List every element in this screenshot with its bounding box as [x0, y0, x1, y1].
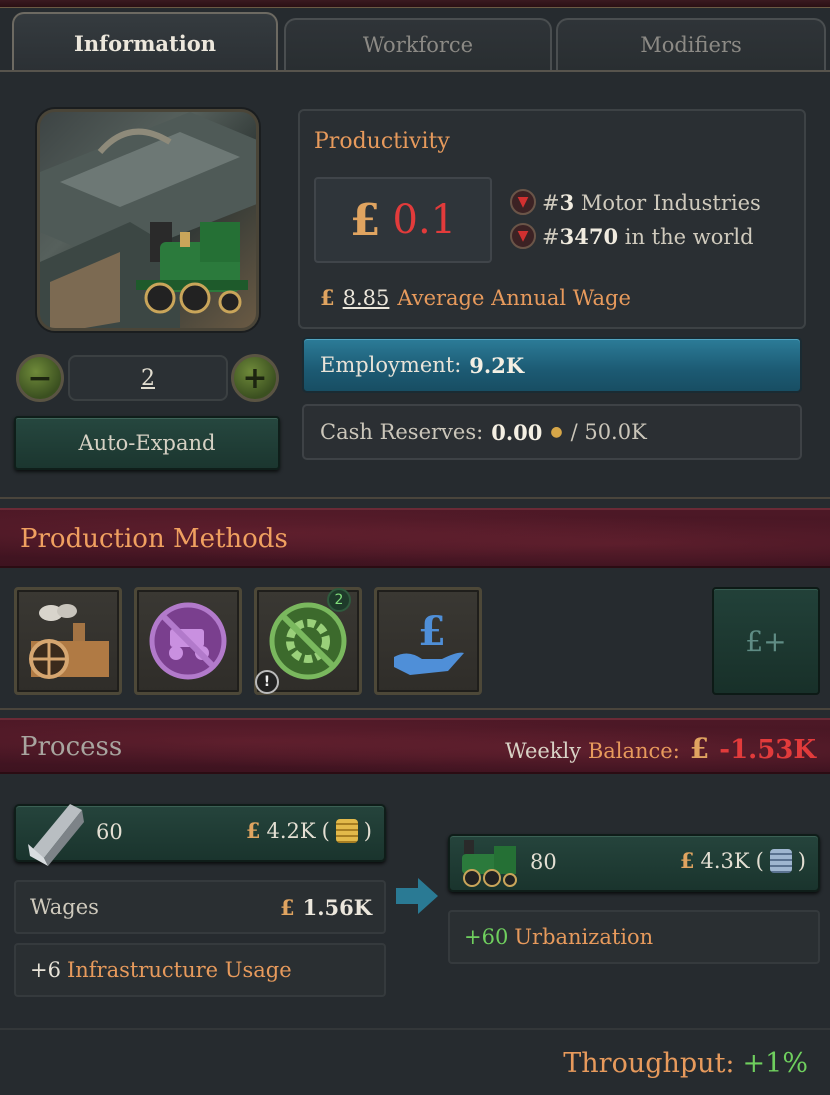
throughput-value: +1% — [742, 1048, 808, 1079]
count-badge: 2 — [327, 588, 351, 612]
weekly-label: Weekly — [505, 739, 582, 763]
pound-icon: £ — [320, 285, 335, 310]
output-goods-engines[interactable]: 80 £ 4.3K () — [448, 834, 820, 892]
balance-label: Balance: — [587, 739, 680, 763]
divider — [0, 708, 830, 710]
auto-expand-button[interactable]: Auto-Expand — [14, 416, 280, 470]
steel-icon — [28, 804, 84, 866]
urbanization-value: +60 — [464, 925, 509, 949]
divider — [0, 1028, 830, 1030]
pound-icon: £ — [349, 194, 381, 246]
balance-value: -1.53K — [719, 735, 816, 765]
infrastructure-label: Infrastructure Usage — [66, 958, 292, 982]
arrow-right-icon — [396, 878, 438, 914]
rank-world[interactable]: ▼ #3470 in the world — [510, 223, 754, 249]
input-goods-steel[interactable]: 60 £ 4.2K () — [14, 804, 386, 866]
rank-industry[interactable]: ▼ #3 Motor Industries — [510, 189, 761, 215]
factory-icon — [29, 604, 109, 679]
tab-bar: Information Workforce Modifiers — [8, 12, 826, 72]
input-value: 4.2K — [266, 818, 316, 843]
coins-icon — [335, 818, 358, 843]
locomotive-factory-icon — [40, 112, 256, 328]
paren-open: ( — [755, 848, 764, 873]
divider — [0, 497, 830, 499]
pound-icon: £ — [689, 732, 710, 765]
infrastructure-value: +6 — [30, 958, 61, 982]
pound-icon: £ — [679, 848, 695, 873]
warning-icon: ! — [255, 670, 279, 694]
rank-label: in the world — [624, 224, 754, 249]
wages-value: 1.56K — [302, 894, 372, 920]
urbanization-label: Urbanization — [514, 925, 654, 949]
paren-close: ) — [363, 818, 372, 843]
tab-modifiers[interactable]: Modifiers — [556, 18, 826, 70]
production-method-private-ownership[interactable]: £ — [374, 587, 482, 695]
production-method-no-automation[interactable]: 2 ! — [254, 587, 362, 695]
productivity-title: Productivity — [314, 129, 450, 154]
productivity-value: 0.1 — [392, 197, 457, 243]
rank-prefix: # — [542, 224, 560, 249]
rank-prefix: # — [542, 190, 560, 215]
increase-level-button[interactable]: + — [231, 354, 279, 402]
wages-row[interactable]: Wages £ 1.56K — [14, 880, 386, 934]
rank-label: Motor Industries — [580, 190, 761, 215]
employment-bar[interactable]: Employment: 9.2K — [302, 337, 802, 393]
cash-value: 0.00 — [491, 419, 543, 445]
output-value: 4.3K — [700, 848, 750, 873]
building-image — [37, 109, 259, 331]
weekly-balance[interactable]: Weekly Balance: £ -1.53K — [505, 732, 816, 765]
plus-icon: + — [242, 360, 268, 396]
production-method-no-automobile[interactable] — [134, 587, 242, 695]
hand-money-icon: £ — [394, 608, 464, 675]
rank-value: 3 — [559, 189, 575, 215]
tab-information[interactable]: Information — [12, 12, 278, 72]
wage-label: Average Annual Wage — [397, 286, 631, 310]
building-level-value[interactable]: 2 — [68, 355, 228, 401]
top-frame — [0, 0, 830, 8]
paren-close: ) — [797, 848, 806, 873]
minus-icon: − — [27, 360, 53, 396]
rank-down-icon: ▼ — [510, 223, 536, 249]
employment-label: Employment: — [320, 353, 462, 377]
decrease-level-button[interactable]: − — [16, 354, 64, 402]
paren-open: ( — [321, 818, 330, 843]
productivity-panel: Productivity £ 0.1 ▼ #3 Motor Industries… — [298, 109, 806, 329]
add-production-method-button[interactable]: £+ — [712, 587, 820, 695]
cash-label: Cash Reserves: — [320, 420, 484, 444]
cash-max: / 50.0K — [570, 420, 647, 444]
output-quantity: 80 — [530, 850, 557, 874]
wages-label: Wages — [30, 895, 99, 919]
section-title: Process — [20, 732, 123, 762]
input-quantity: 60 — [96, 820, 123, 844]
silver-coins-icon — [769, 848, 792, 873]
no-automobile-icon — [149, 602, 227, 680]
production-method-factory[interactable] — [14, 587, 122, 695]
productivity-value-box[interactable]: £ 0.1 — [314, 177, 492, 263]
tab-divider — [0, 70, 830, 72]
section-title: Production Methods — [20, 524, 288, 554]
infrastructure-usage-row[interactable]: +6 Infrastructure Usage — [14, 943, 386, 997]
rank-value: 3470 — [559, 223, 619, 249]
no-automation-icon — [269, 602, 347, 680]
production-methods-header: Production Methods — [0, 508, 830, 568]
throughput[interactable]: Throughput: +1% — [563, 1048, 808, 1079]
coin-dot-icon: ● — [550, 424, 563, 440]
engines-icon — [462, 840, 517, 887]
average-wage[interactable]: £ 8.85 Average Annual Wage — [320, 285, 631, 310]
employment-value: 9.2K — [469, 352, 525, 378]
tab-workforce[interactable]: Workforce — [284, 18, 552, 70]
throughput-label: Throughput: — [563, 1048, 735, 1079]
rank-down-icon: ▼ — [510, 189, 536, 215]
cash-reserves-bar[interactable]: Cash Reserves: 0.00 ● / 50.0K — [302, 404, 802, 460]
process-header: Process Weekly Balance: £ -1.53K — [0, 718, 830, 774]
pound-icon: £ — [279, 894, 295, 920]
wage-value: 8.85 — [342, 286, 390, 310]
pound-icon: £ — [245, 818, 261, 843]
urbanization-row[interactable]: +60 Urbanization — [448, 910, 820, 964]
svg-text:£: £ — [418, 608, 446, 655]
